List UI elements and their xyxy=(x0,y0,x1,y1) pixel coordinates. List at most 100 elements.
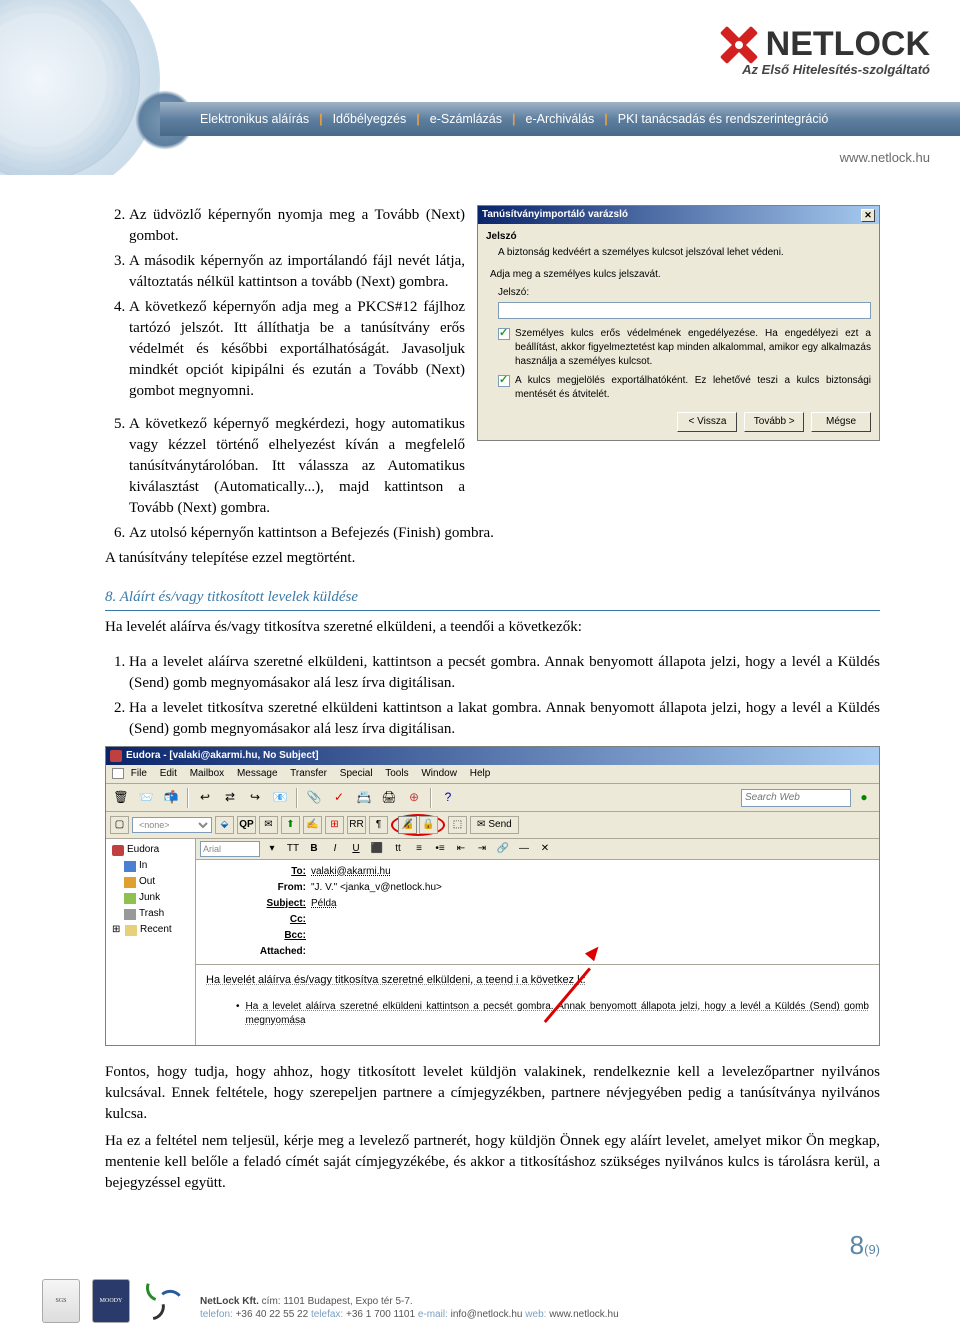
search-input[interactable] xyxy=(741,789,851,807)
queue-btn[interactable]: ⬚ xyxy=(448,816,467,834)
priority-btn[interactable]: ▢ xyxy=(110,816,129,834)
nav-item: Időbélyegzés xyxy=(333,112,407,126)
section-rule xyxy=(105,610,880,611)
menu-file[interactable]: File xyxy=(131,768,147,779)
nav-sep: | xyxy=(512,112,516,126)
link-btn[interactable]: 🔗 xyxy=(494,841,512,857)
bold-btn[interactable]: B xyxy=(305,841,323,857)
tree-root[interactable]: Eudora xyxy=(108,842,193,858)
sign-stamp-button[interactable]: 🔏 xyxy=(398,816,417,834)
fingerprint-graphic xyxy=(0,0,165,175)
mime-btn[interactable]: ⬙ xyxy=(215,816,234,834)
menu-edit[interactable]: Edit xyxy=(160,768,177,779)
navbar: Elektronikus aláírás| Időbélyegzés| e-Sz… xyxy=(160,102,960,136)
compose-body[interactable]: Ha levelét aláírva és/vagy titkosítva sz… xyxy=(196,965,879,1045)
cert-import-wizard-dialog: Tanúsítványimportáló varázsló ✕ Jelszó A… xyxy=(477,205,880,441)
color-btn[interactable]: ⬛ xyxy=(368,841,386,857)
indent-btn[interactable]: ⇥ xyxy=(473,841,491,857)
show-btn[interactable]: ¶ xyxy=(369,816,388,834)
font-combo[interactable] xyxy=(200,841,260,857)
eudora-compose-pane: ▾ TT B I U ⬛ tt ≡ •≡ ⇤ ⇥ 🔗 — ✕ To:valaki… xyxy=(196,839,879,1045)
size-btn[interactable]: TT xyxy=(284,841,302,857)
tree-in[interactable]: In xyxy=(108,858,193,874)
toolbar-btn[interactable]: ↪ xyxy=(244,787,266,808)
toolbar-attach-btn[interactable]: 📎 xyxy=(303,787,325,808)
search-go-icon[interactable]: ● xyxy=(853,787,875,808)
to-value[interactable]: valaki@akarmi.hu xyxy=(311,865,391,879)
toolbar-btn[interactable]: ↩ xyxy=(194,787,216,808)
attached-label: Attached: xyxy=(256,945,306,959)
encrypt-lock-button[interactable]: 🔒 xyxy=(419,816,438,834)
dialog-titlebar: Tanúsítványimportáló varázsló ✕ xyxy=(478,206,879,224)
tree-recent[interactable]: ⊞ Recent xyxy=(108,922,193,938)
toolbar-btn[interactable]: 🗑 xyxy=(110,787,132,808)
clear-btn[interactable]: ✕ xyxy=(536,841,554,857)
back-button[interactable]: < Vissza xyxy=(677,412,737,432)
copy-btn[interactable]: ⬆ xyxy=(281,816,300,834)
wrap-btn[interactable]: ✉ xyxy=(259,816,278,834)
cancel-button[interactable]: Mégse xyxy=(811,412,871,432)
send-button[interactable]: ✉ Send xyxy=(470,816,519,834)
tree-junk[interactable]: Junk xyxy=(108,890,193,906)
checkbox-strong-protection[interactable] xyxy=(498,328,510,340)
tree-trash[interactable]: Trash xyxy=(108,906,193,922)
menu-tools[interactable]: Tools xyxy=(385,768,408,779)
dialog-group-label: Jelszó xyxy=(486,230,871,244)
nav-item: PKI tanácsadás és rendszerintegráció xyxy=(618,112,829,126)
size-down-btn[interactable]: ▾ xyxy=(263,841,281,857)
expand-icon[interactable]: ⊞ xyxy=(112,923,122,937)
outbox-icon xyxy=(124,877,136,888)
toolbar-print-btn[interactable]: 🖨 xyxy=(378,787,400,808)
toolbar-sep xyxy=(430,788,432,808)
return-btn[interactable]: ⊞ xyxy=(325,816,344,834)
toolbar-btn[interactable]: ⇄ xyxy=(219,787,241,808)
toolbar-btn[interactable]: 📧 xyxy=(269,787,291,808)
nav-item: e-Archiválás xyxy=(526,112,595,126)
password-label: Jelszó: xyxy=(498,286,871,300)
dialog-text: Adja meg a személyes kulcs jelszavát. xyxy=(490,268,871,282)
toolbar-btn[interactable]: 📇 xyxy=(353,787,375,808)
qp-btn[interactable]: QP xyxy=(237,816,256,834)
next-button[interactable]: Tovább > xyxy=(744,412,804,432)
menu-mailbox[interactable]: Mailbox xyxy=(190,768,224,779)
menu-window[interactable]: Window xyxy=(421,768,457,779)
outdent-btn[interactable]: ⇤ xyxy=(452,841,470,857)
checkbox-label: A kulcs megjelölés exportálhatóként. Ez … xyxy=(515,374,871,402)
paragraph: Fontos, hogy tudja, hogy ahhoz, hogy tit… xyxy=(105,1062,880,1125)
menu-special[interactable]: Special xyxy=(340,768,373,779)
bullet-btn[interactable]: •≡ xyxy=(431,841,449,857)
toolbar-spell-btn[interactable]: ✓ xyxy=(328,787,350,808)
toolbar-eudora-btn[interactable]: ⊕ xyxy=(403,787,425,808)
align-left-btn[interactable]: ≡ xyxy=(410,841,428,857)
close-icon[interactable]: ✕ xyxy=(861,209,875,222)
toolbar-help-btn[interactable]: ? xyxy=(437,787,459,808)
nav-sep: | xyxy=(319,112,323,126)
list-item: Ha a levelet titkosítva szeretné elkülde… xyxy=(129,698,880,740)
toolbar-btn[interactable]: 📬 xyxy=(160,787,182,808)
doc-icon xyxy=(112,768,124,779)
underline-btn[interactable]: U xyxy=(347,841,365,857)
logo-text: NETLOCK xyxy=(766,25,930,64)
subject-value[interactable]: Példa xyxy=(311,897,337,911)
list-item: Az üdvözlő képernyőn nyomja meg a Tovább… xyxy=(129,205,465,247)
menu-message[interactable]: Message xyxy=(237,768,278,779)
toolbar-btn[interactable]: 📨 xyxy=(135,787,157,808)
tt-btn[interactable]: tt xyxy=(389,841,407,857)
sgs-badge-icon: SGS xyxy=(42,1279,80,1323)
italic-btn[interactable]: I xyxy=(326,841,344,857)
list-item: A következő képernyőn adja meg a PKCS#12… xyxy=(129,297,465,402)
nav-sep: | xyxy=(604,112,608,126)
moody-badge-icon: MOODY xyxy=(92,1279,130,1323)
password-field[interactable] xyxy=(498,302,871,319)
read-btn[interactable]: RR xyxy=(347,816,366,834)
tree-out[interactable]: Out xyxy=(108,874,193,890)
eudora-icon xyxy=(112,845,124,856)
menu-transfer[interactable]: Transfer xyxy=(290,768,327,779)
format-toolbar: ▾ TT B I U ⬛ tt ≡ •≡ ⇤ ⇥ 🔗 — ✕ xyxy=(196,839,879,860)
eudora-compose-toolbar: ▢ <none> ⬙ QP ✉ ⬆ ✍ ⊞ RR ¶ 🔏 🔒 ⬚ ✉ Send xyxy=(106,812,879,839)
hr-btn[interactable]: — xyxy=(515,841,533,857)
checkbox-exportable[interactable] xyxy=(498,375,510,387)
signature-dropdown[interactable]: <none> xyxy=(132,817,212,833)
menu-help[interactable]: Help xyxy=(470,768,491,779)
signature-btn[interactable]: ✍ xyxy=(303,816,322,834)
